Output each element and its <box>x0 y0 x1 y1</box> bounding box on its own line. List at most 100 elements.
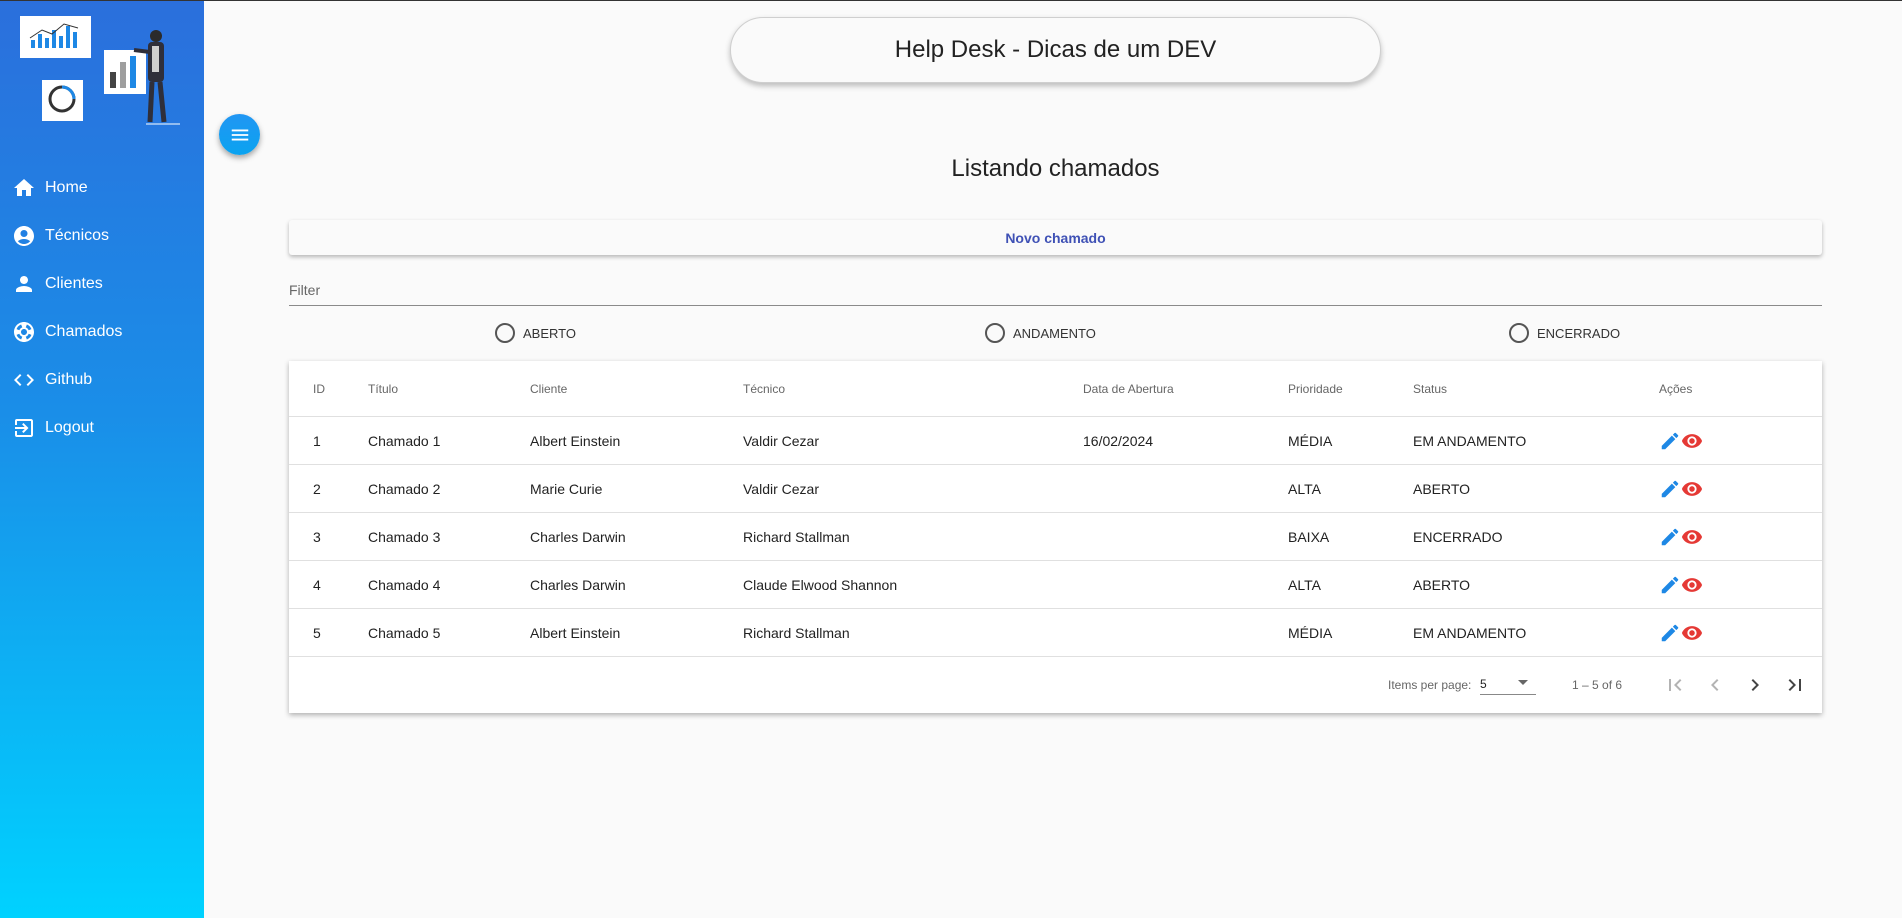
cell-cliente: Charles Darwin <box>530 528 626 545</box>
filter-input[interactable] <box>289 280 1822 298</box>
column-header-status[interactable]: Status <box>1413 361 1447 416</box>
cell-prioridade: MÉDIA <box>1288 624 1333 641</box>
first-page-button[interactable] <box>1661 671 1689 699</box>
view-icon[interactable] <box>1681 622 1703 644</box>
home-icon <box>14 179 34 196</box>
next-page-button[interactable] <box>1741 671 1769 699</box>
cell-prioridade: ALTA <box>1288 480 1321 497</box>
sidebar-item-tecnicos[interactable]: Técnicos <box>0 212 204 260</box>
cell-status: ABERTO <box>1413 576 1471 593</box>
column-header-id[interactable]: ID <box>313 361 325 416</box>
cell-status: EM ANDAMENTO <box>1413 624 1527 641</box>
sidebar-item-label: Home <box>45 179 88 196</box>
new-ticket-button[interactable]: Novo chamado <box>289 220 1822 255</box>
sidebar-item-github[interactable]: Github <box>0 356 204 404</box>
cell-titulo: Chamado 4 <box>368 576 441 593</box>
cell-titulo: Chamado 1 <box>368 432 441 449</box>
cell-tecnico: Richard Stallman <box>743 624 850 641</box>
cell-status: EM ANDAMENTO <box>1413 432 1527 449</box>
account-circle-icon <box>14 226 34 246</box>
page-title: Listando chamados <box>951 155 1160 182</box>
sidebar-item-label: Chamados <box>45 323 123 340</box>
column-header-prioridade[interactable]: Prioridade <box>1288 361 1343 416</box>
cell-prioridade: MÉDIA <box>1288 432 1333 449</box>
dropdown-arrow-icon <box>1518 680 1528 685</box>
sidebar-item-home[interactable]: Home <box>0 164 204 212</box>
table-row: 2 Chamado 2 Marie Curie Valdir Cezar ALT… <box>289 465 1822 513</box>
first-page-icon <box>1669 679 1682 691</box>
column-header-cliente[interactable]: Cliente <box>530 361 567 416</box>
filter-field <box>289 280 1822 306</box>
logout-icon <box>15 419 33 437</box>
cell-id: 2 <box>313 480 321 497</box>
view-icon[interactable] <box>1681 430 1703 452</box>
app-title: Help Desk - Dicas de um DEV <box>894 36 1217 63</box>
edit-icon[interactable] <box>1659 478 1681 500</box>
radio-andamento[interactable]: ANDAMENTO <box>985 323 1096 343</box>
radio-label: ENCERRADO <box>1537 325 1621 341</box>
chevron-left-icon <box>1711 679 1719 691</box>
cell-tecnico: Richard Stallman <box>743 528 850 545</box>
table-row: 5 Chamado 5 Albert Einstein Richard Stal… <box>289 609 1822 657</box>
cell-tecnico: Valdir Cezar <box>743 480 819 497</box>
menu-toggle-button[interactable] <box>219 114 260 155</box>
column-header-tecnico[interactable]: Técnico <box>743 361 785 416</box>
radio-label: ANDAMENTO <box>1013 325 1096 341</box>
table-row: 1 Chamado 1 Albert Einstein Valdir Cezar… <box>289 417 1822 465</box>
radio-aberto[interactable]: ABERTO <box>495 323 576 343</box>
cell-status: ENCERRADO <box>1413 528 1503 545</box>
cell-cliente: Marie Curie <box>530 480 603 497</box>
sidebar-item-clientes[interactable]: Clientes <box>0 260 204 308</box>
column-header-titulo[interactable]: Título <box>368 361 398 416</box>
sidebar-item-label: Técnicos <box>45 227 110 244</box>
cell-id: 5 <box>313 624 321 641</box>
window-top-border <box>0 0 1902 1</box>
cell-tecnico: Valdir Cezar <box>743 432 819 449</box>
edit-icon[interactable] <box>1659 622 1681 644</box>
page-size-select[interactable]: 5 <box>1480 673 1536 695</box>
sidebar-item-label: Clientes <box>45 275 103 292</box>
cell-id: 4 <box>313 576 321 593</box>
paginator: Items per page: 5 1 – 5 of 6 <box>289 657 1822 713</box>
view-icon[interactable] <box>1681 478 1703 500</box>
cell-acoes <box>1659 561 1703 608</box>
cell-cliente: Albert Einstein <box>530 432 621 449</box>
sidebar: Home Técnicos Clientes Chamados Github L… <box>0 0 204 918</box>
edit-icon[interactable] <box>1659 526 1681 548</box>
radio-encerrado[interactable]: ENCERRADO <box>1509 323 1620 343</box>
tickets-table: ID Título Cliente Técnico Data de Abertu… <box>289 361 1822 713</box>
person-icon <box>16 276 32 292</box>
table-row: 3 Chamado 3 Charles Darwin Richard Stall… <box>289 513 1822 561</box>
cell-prioridade: BAIXA <box>1288 528 1330 545</box>
chevron-right-icon <box>1751 679 1759 691</box>
radio-label: ABERTO <box>523 325 576 341</box>
last-page-icon <box>1788 679 1801 691</box>
view-icon[interactable] <box>1681 574 1703 596</box>
cell-acoes <box>1659 609 1703 656</box>
cell-acoes <box>1659 465 1703 512</box>
items-per-page-label: Items per page: <box>1388 678 1472 692</box>
edit-icon[interactable] <box>1659 574 1681 596</box>
previous-page-button[interactable] <box>1701 671 1729 699</box>
menu-icon <box>231 129 248 140</box>
cell-status: ABERTO <box>1413 480 1471 497</box>
sidebar-item-chamados[interactable]: Chamados <box>0 308 204 356</box>
cell-titulo: Chamado 5 <box>368 624 441 641</box>
view-icon[interactable] <box>1681 526 1703 548</box>
sidebar-nav: Home Técnicos Clientes Chamados Github L… <box>0 164 204 452</box>
cell-acoes <box>1659 513 1703 560</box>
radio-circle <box>985 323 1005 343</box>
app-header: Help Desk - Dicas de um DEV <box>730 17 1381 83</box>
last-page-button[interactable] <box>1781 671 1809 699</box>
edit-icon[interactable] <box>1659 430 1681 452</box>
cell-id: 1 <box>313 432 321 449</box>
cell-tecnico: Claude Elwood Shannon <box>743 576 898 593</box>
cell-id: 3 <box>313 528 321 545</box>
cell-cliente: Charles Darwin <box>530 576 626 593</box>
code-icon <box>14 374 34 386</box>
dashboard-illustration <box>20 16 180 125</box>
support-icon <box>14 322 34 342</box>
sidebar-item-label: Logout <box>45 419 94 436</box>
sidebar-item-logout[interactable]: Logout <box>0 404 204 452</box>
column-header-data-abertura[interactable]: Data de Abertura <box>1083 361 1174 416</box>
